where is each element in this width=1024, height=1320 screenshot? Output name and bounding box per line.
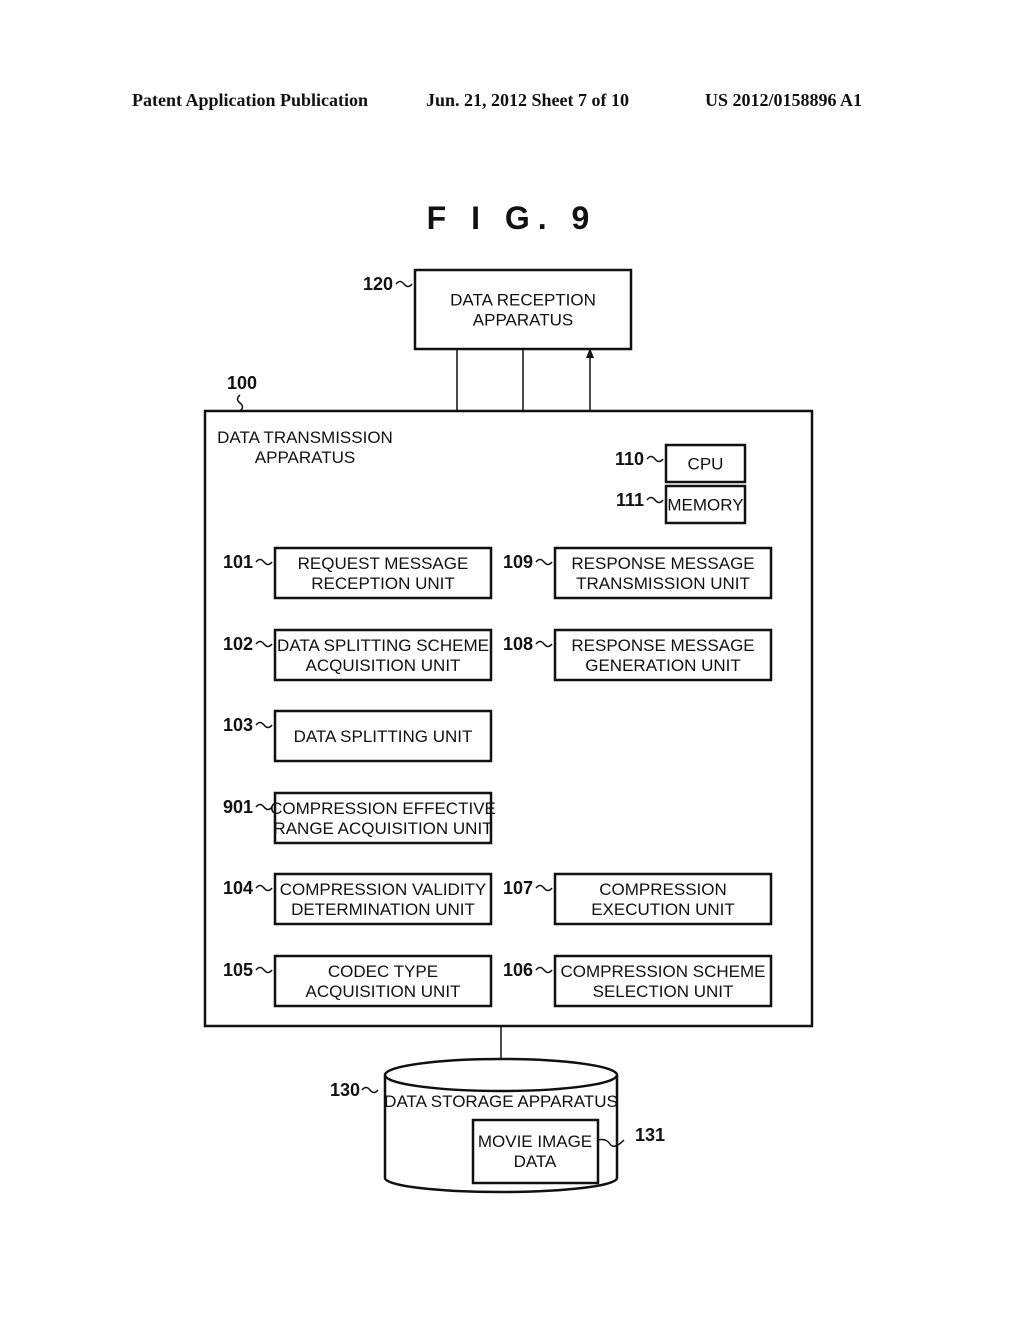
node-label: ACQUISITION UNIT — [306, 982, 461, 1001]
ref-number: 103 — [223, 715, 253, 735]
node-label: CODEC TYPE — [328, 962, 438, 981]
node-label: SELECTION UNIT — [593, 982, 734, 1001]
node-label: DATA TRANSMISSION — [217, 428, 393, 447]
node-label: APPARATUS — [255, 448, 355, 467]
ref-number: 120 — [363, 274, 393, 294]
node-label: COMPRESSION VALIDITY — [280, 880, 487, 899]
ref-number: 901 — [223, 797, 253, 817]
node-label: MEMORY — [667, 496, 743, 515]
block-diagram: DATA RECEPTIONAPPARATUS120DATA TRANSMISS… — [203, 268, 814, 1194]
node-label: COMPRESSION — [599, 880, 727, 899]
ref-number: 104 — [223, 878, 253, 898]
node-label: APPARATUS — [473, 311, 573, 330]
node-label: MOVIE IMAGE — [478, 1132, 592, 1151]
node-label: GENERATION UNIT — [585, 656, 741, 675]
node-label: DATA RECEPTION — [450, 291, 596, 310]
node-label: RANGE ACQUISITION UNIT — [273, 819, 492, 838]
leader-tilde — [395, 280, 413, 288]
ref-number: 106 — [503, 960, 533, 980]
ref-number: 130 — [330, 1080, 360, 1100]
node-label: DATA SPLITTING UNIT — [294, 727, 473, 746]
node-label: DATA SPLITTING SCHEME — [277, 636, 489, 655]
node-label: CPU — [688, 455, 724, 474]
node-label: COMPRESSION SCHEME — [561, 962, 766, 981]
node-label: RESPONSE MESSAGE — [571, 636, 754, 655]
cylinder-top — [383, 1057, 619, 1093]
node-label: RECEPTION UNIT — [311, 574, 455, 593]
node-label: REQUEST MESSAGE — [298, 554, 469, 573]
ref-number: 131 — [635, 1125, 665, 1145]
node-130: DATA STORAGE APPARATUS 130 MOVIE IMAGEDATA… — [330, 1057, 665, 1194]
node-120: DATA RECEPTIONAPPARATUS 120 — [363, 268, 633, 351]
ref-number: 110 — [615, 449, 644, 469]
node-131: MOVIE IMAGEDATA 131 — [471, 1118, 665, 1185]
node-label: DATA — [514, 1152, 557, 1171]
ref-number: 109 — [503, 552, 533, 572]
leader-tilde — [361, 1086, 379, 1094]
ref-number: 107 — [503, 878, 533, 898]
node-label: EXECUTION UNIT — [591, 900, 735, 919]
ref-number: 102 — [223, 634, 253, 654]
node-label: TRANSMISSION UNIT — [576, 574, 750, 593]
ref-number: 105 — [223, 960, 253, 980]
ref-number: 100 — [227, 373, 257, 393]
node-label: DETERMINATION UNIT — [291, 900, 475, 919]
node-label: COMPRESSION EFFECTIVE — [270, 799, 496, 818]
leader-tilde — [236, 394, 244, 412]
node-label: DATA STORAGE APPARATUS — [384, 1092, 618, 1111]
ref-number: 111 — [616, 490, 644, 510]
ref-number: 101 — [223, 552, 253, 572]
ref-number: 108 — [503, 634, 533, 654]
node-box — [413, 268, 633, 351]
node-label: ACQUISITION UNIT — [306, 656, 461, 675]
node-label: RESPONSE MESSAGE — [571, 554, 754, 573]
